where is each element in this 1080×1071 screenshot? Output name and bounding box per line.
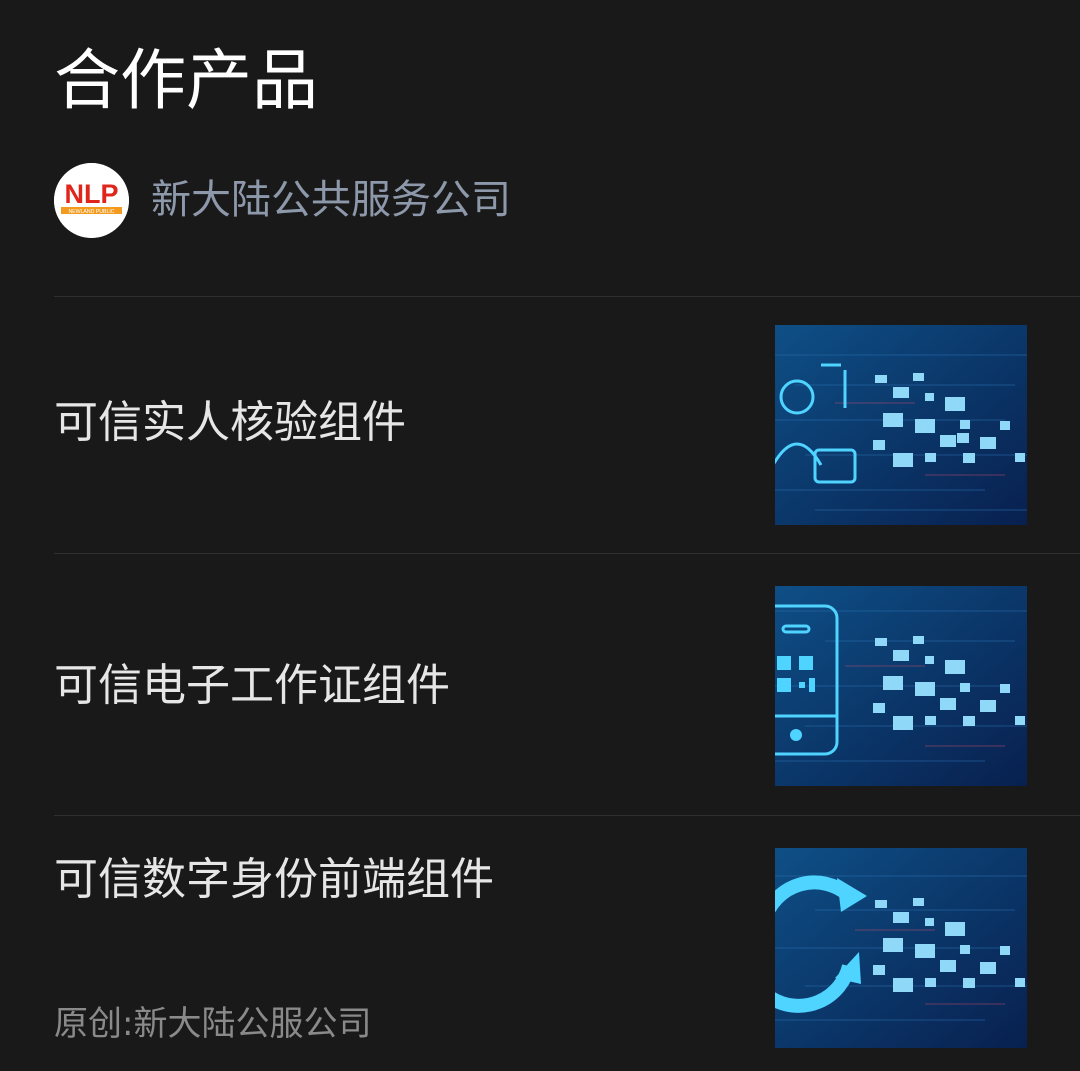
- refresh-arrows-icon: [775, 848, 1027, 1048]
- product-title[interactable]: 可信实人核验组件: [54, 393, 406, 453]
- qr-phone-icon: [775, 586, 1027, 786]
- product-thumbnail[interactable]: [775, 586, 1027, 786]
- section-title: 合作产品: [54, 42, 318, 119]
- publisher-avatar[interactable]: NLP NEWLAND PUBLIC: [54, 163, 129, 238]
- product-thumbnail[interactable]: [775, 848, 1027, 1048]
- product-title[interactable]: 可信数字身份前端组件: [54, 850, 494, 910]
- publisher-name[interactable]: 新大陆公共服务公司: [151, 163, 511, 238]
- product-item[interactable]: 可信电子工作证组件: [54, 554, 1080, 815]
- product-item[interactable]: 可信数字身份前端组件 原创:新大陆公服公司: [54, 816, 1080, 1071]
- publisher-row[interactable]: NLP NEWLAND PUBLIC 新大陆公共服务公司: [54, 163, 511, 238]
- article-source: 原创:新大陆公服公司: [54, 1004, 372, 1044]
- logo-text: NLP: [65, 179, 119, 209]
- product-thumbnail[interactable]: [775, 325, 1027, 525]
- nlp-logo-icon: NLP NEWLAND PUBLIC: [54, 163, 129, 238]
- logo-subtext: NEWLAND PUBLIC: [68, 209, 114, 215]
- product-item[interactable]: 可信实人核验组件: [54, 297, 1080, 553]
- person-headset-icon: [775, 325, 1027, 525]
- product-title[interactable]: 可信电子工作证组件: [54, 656, 450, 716]
